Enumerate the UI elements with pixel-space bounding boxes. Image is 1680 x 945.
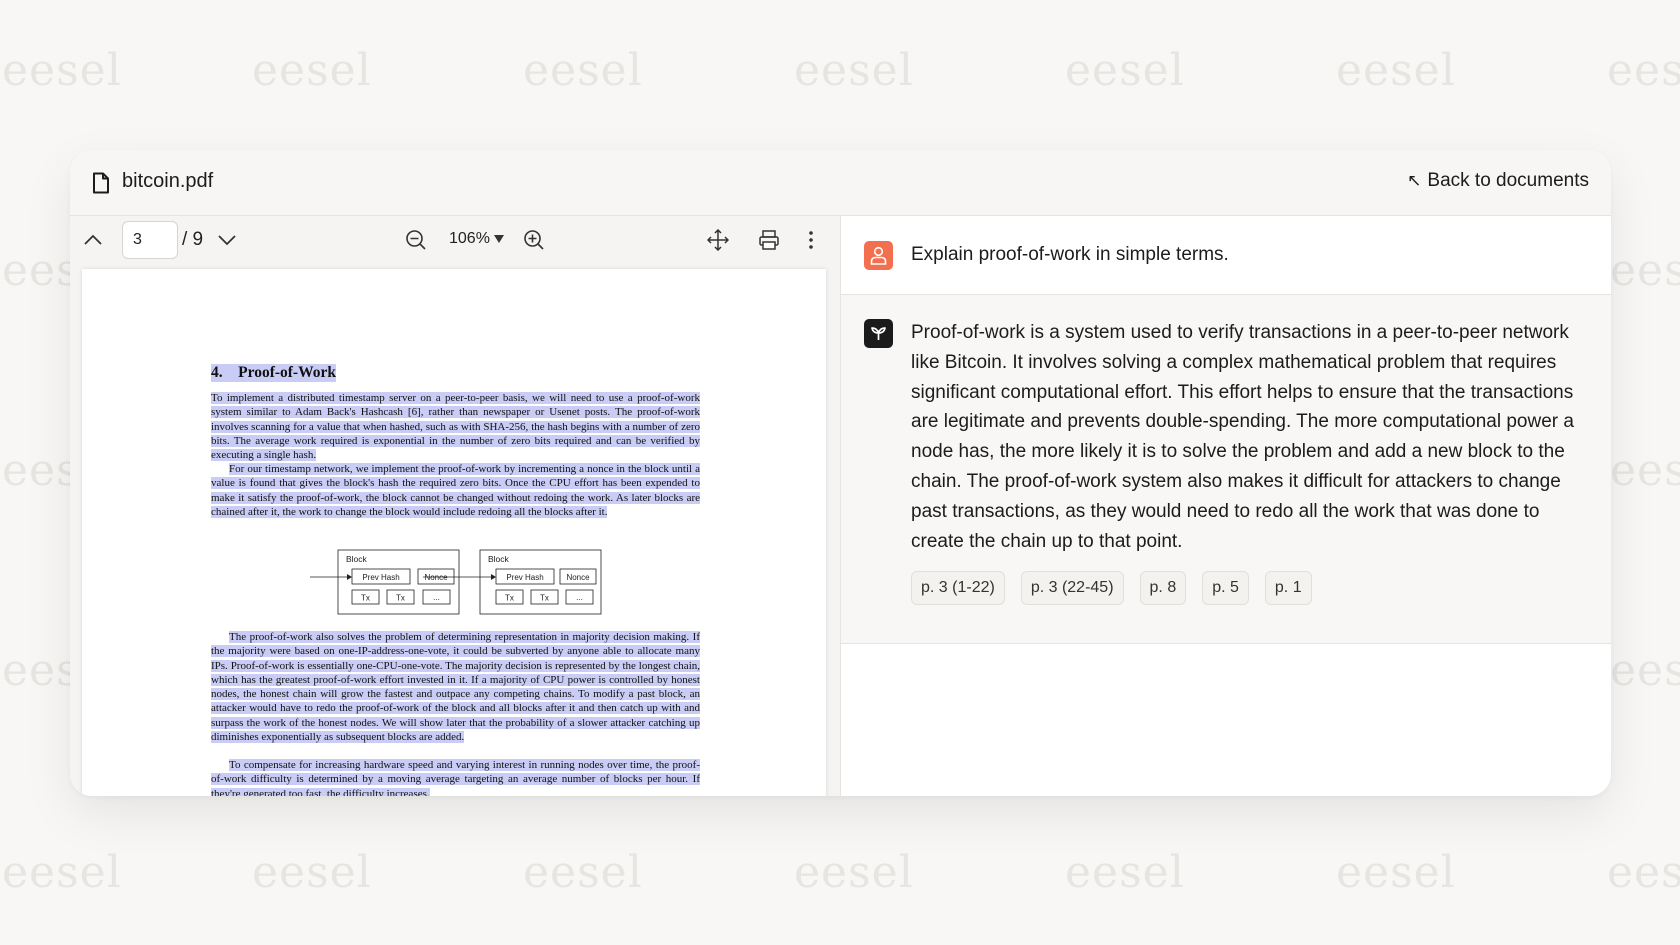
previous-page-button[interactable] — [82, 226, 104, 254]
watermark: eesel — [1065, 847, 1185, 898]
zoom-out-icon — [406, 230, 426, 250]
back-to-documents-link[interactable]: ↖ Back to documents — [1407, 170, 1589, 192]
user-message: Explain proof-of-work in simple terms. — [841, 216, 1611, 295]
watermark: eesel — [1607, 45, 1680, 96]
paragraph: To compensate for increasing hardware sp… — [211, 758, 700, 796]
user-message-text: Explain proof-of-work in simple terms. — [911, 244, 1229, 265]
watermark: eesel — [1610, 645, 1680, 696]
citation-list: p. 3 (1-22) p. 3 (22-45) p. 8 p. 5 p. 1 — [911, 571, 1312, 605]
section-title: Proof-of-Work — [238, 364, 336, 381]
section-heading: 4. Proof-of-Work — [211, 364, 336, 382]
back-link-label: Back to documents — [1427, 170, 1589, 191]
tx-label: Tx — [361, 594, 370, 603]
user-icon — [870, 246, 887, 265]
print-button[interactable] — [757, 226, 781, 254]
highlighted-text: The proof-of-work also solves the proble… — [211, 631, 700, 744]
assistant-message-text: Proof-of-work is a system used to verify… — [911, 322, 1574, 552]
assistant-avatar — [864, 319, 893, 348]
printer-icon — [759, 230, 779, 250]
assistant-message: Proof-of-work is a system used to verify… — [841, 295, 1611, 644]
paragraph: For our timestamp network, we implement … — [211, 462, 700, 519]
chevron-down-icon — [218, 235, 236, 246]
document-chat-window: bitcoin.pdf ↖ Back to documents / 9 106% — [70, 150, 1611, 796]
arrow-up-left-icon: ↖ — [1407, 171, 1422, 190]
citation-chip[interactable]: p. 8 — [1139, 571, 1187, 605]
pdf-page: 4. Proof-of-Work To implement a distribu… — [82, 269, 826, 796]
more-options-button[interactable] — [802, 226, 820, 254]
pdf-toolbar: / 9 106% — [70, 216, 840, 264]
file-name: bitcoin.pdf — [122, 170, 214, 192]
watermark: eesel — [1065, 45, 1185, 96]
ellipsis-label: ... — [433, 593, 440, 602]
tx-label: Tx — [396, 594, 405, 603]
watermark: eesel — [252, 847, 372, 898]
nonce-label: Nonce — [566, 573, 590, 582]
chevron-up-icon — [84, 234, 102, 245]
move-icon — [707, 229, 729, 251]
pan-tool-button[interactable] — [706, 226, 730, 254]
window-header: bitcoin.pdf ↖ Back to documents — [70, 150, 1611, 216]
zoom-select[interactable]: 106% — [449, 230, 504, 248]
zoom-out-button[interactable] — [404, 226, 428, 254]
section-number: 4. — [211, 364, 223, 381]
prev-hash-label: Prev Hash — [362, 573, 399, 582]
zoom-value: 106% — [449, 230, 490, 247]
zoom-in-button[interactable] — [522, 226, 546, 254]
paragraph: The proof-of-work also solves the proble… — [211, 630, 700, 744]
watermark: eesel — [1610, 445, 1680, 496]
watermark: eesel — [252, 45, 372, 96]
nonce-label: Nonce — [424, 573, 448, 582]
block-chain-diagram: Block Prev Hash Nonce Tx Tx ... Block Pr… — [310, 549, 602, 615]
watermark: eesel — [2, 45, 122, 96]
paragraph: To implement a distributed timestamp ser… — [211, 391, 700, 462]
block-label: Block — [488, 554, 510, 564]
zoom-in-icon — [524, 230, 544, 250]
file-icon — [93, 172, 109, 194]
next-page-button[interactable] — [216, 226, 238, 254]
tx-label: Tx — [505, 594, 514, 603]
more-vertical-icon — [809, 231, 813, 249]
highlighted-text: To implement a distributed timestamp ser… — [211, 392, 700, 462]
highlighted-text: To compensate for increasing hardware sp… — [211, 759, 700, 796]
ellipsis-label: ... — [576, 593, 583, 602]
watermark: eesel — [2, 847, 122, 898]
pdf-viewer: / 9 106% — [70, 216, 841, 796]
watermark: eesel — [1610, 245, 1680, 296]
tx-label: Tx — [540, 594, 549, 603]
watermark: eesel — [1336, 45, 1456, 96]
watermark: eesel — [794, 45, 914, 96]
watermark: eesel — [1607, 847, 1680, 898]
prev-hash-label: Prev Hash — [506, 573, 543, 582]
watermark: eesel — [523, 45, 643, 96]
watermark: eesel — [794, 847, 914, 898]
highlighted-text: For our timestamp network, we implement … — [211, 463, 700, 518]
page-total: / 9 — [182, 229, 204, 250]
watermark: eesel — [523, 847, 643, 898]
caret-down-icon — [493, 235, 504, 243]
citation-chip[interactable]: p. 5 — [1202, 571, 1249, 605]
page-number-input[interactable] — [122, 221, 178, 259]
user-avatar — [864, 241, 893, 270]
block-label: Block — [346, 554, 368, 564]
watermark: eesel — [1336, 847, 1456, 898]
citation-chip[interactable]: p. 3 (1-22) — [911, 571, 1005, 605]
chat-panel: Explain proof-of-work in simple terms. P… — [841, 216, 1611, 796]
citation-chip[interactable]: p. 3 (22-45) — [1020, 571, 1124, 605]
sprout-icon — [871, 327, 886, 340]
citation-chip[interactable]: p. 1 — [1264, 571, 1312, 605]
